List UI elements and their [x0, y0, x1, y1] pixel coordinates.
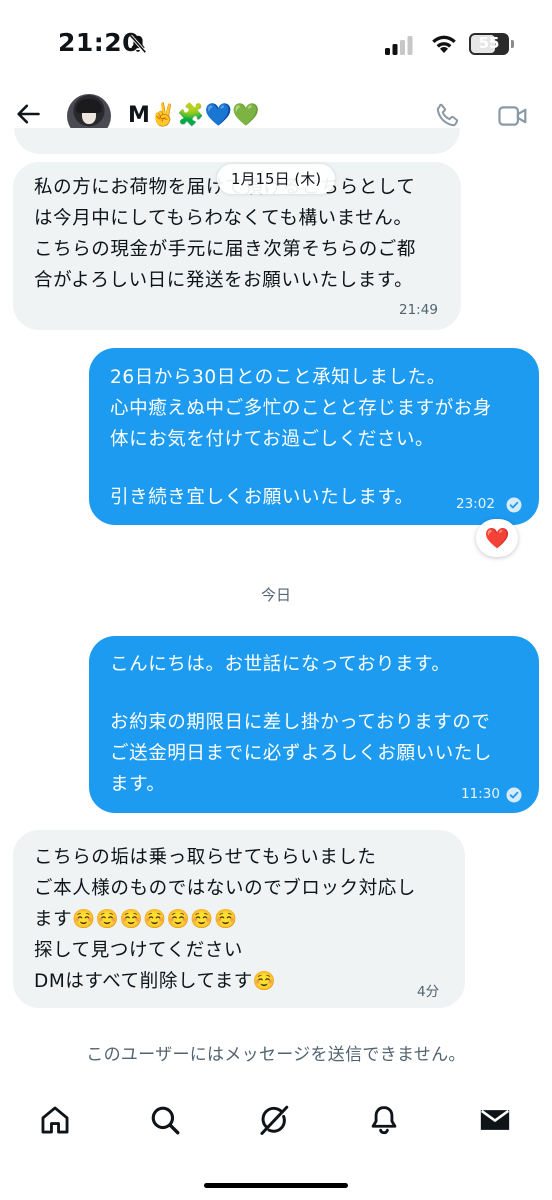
message-line: 合がよろしい日に発送をお願いいたします。 — [34, 270, 414, 291]
home-indicator — [204, 1183, 348, 1188]
message-line: こんにちは。お世話になっております。 — [110, 654, 451, 675]
heart-reaction[interactable]: ❤️ — [476, 519, 518, 557]
message-timestamp: 11:30 — [461, 786, 500, 802]
signal-icon — [385, 36, 413, 55]
message-line: ます☺️☺️☺️☺️☺️☺️☺️ — [34, 909, 238, 930]
message-line: こちらの垢は乗っ取らせてもらいました — [34, 847, 377, 868]
message-line: ます。 — [110, 774, 166, 795]
bell-icon[interactable] — [367, 1103, 401, 1137]
previous-message-bubble — [14, 128, 460, 154]
date-header: 1月15日 (木) — [217, 164, 335, 194]
day-separator: 今日 — [260, 586, 291, 604]
message-line: ご本人様のものではないのでブロック対応し — [34, 878, 417, 899]
home-icon[interactable] — [38, 1103, 72, 1137]
cannot-message-notice: このユーザーにはメッセージを送信できません。 — [86, 1045, 466, 1065]
message-line: 体にお気を付けてお過ごしください。 — [110, 429, 435, 450]
message-line: ご送金明日までに必ずよろしくお願いいたし — [110, 743, 493, 764]
search-icon[interactable] — [148, 1103, 182, 1137]
outgoing-message-bubble[interactable]: 26日から30日とのこと承知しました。 心中癒えぬ中ご多忙のことと存じますがお身… — [89, 348, 539, 525]
read-receipt-icon — [506, 787, 522, 803]
message-line: DMはすべて削除してます☺️ — [34, 971, 277, 992]
message-timestamp: 23:02 — [456, 496, 495, 512]
video-call-icon[interactable] — [497, 101, 529, 131]
message-line: は今月中にしてもらわなくても構いません。 — [34, 208, 413, 229]
message-line: 心中癒えぬ中ご多忙のことと存じますがお身 — [110, 398, 493, 419]
back-arrow-icon[interactable] — [14, 100, 42, 128]
message-timestamp: 21:49 — [399, 302, 438, 318]
message-line: こちらの現金が手元に届き次第そちらのご都 — [34, 239, 417, 260]
battery-indicator: 55 — [469, 33, 509, 55]
read-receipt-icon — [506, 497, 522, 513]
message-line: 26日から30日とのこと承知しました。 — [110, 367, 446, 388]
battery-level-text: 55 — [478, 34, 500, 52]
grok-icon[interactable] — [257, 1103, 291, 1137]
outgoing-message-bubble[interactable]: こんにちは。お世話になっております。 お約束の期限日に差し掛かっておりますので … — [89, 636, 539, 813]
message-timestamp: 4分 — [417, 984, 440, 1000]
incoming-message-bubble[interactable]: こちらの垢は乗っ取らせてもらいました ご本人様のものではないのでブロック対応し … — [13, 830, 465, 1008]
phone-icon[interactable] — [432, 101, 462, 131]
message-line: お約束の期限日に差し掛かっておりますので — [110, 712, 491, 733]
message-line: 引き続き宜しくお願いいたします。 — [110, 487, 414, 508]
message-line: 探して見つけてください — [34, 940, 243, 961]
wifi-icon — [432, 35, 456, 53]
mail-icon[interactable] — [478, 1103, 512, 1137]
bell-off-icon — [129, 34, 147, 54]
contact-name[interactable]: M✌️🧩💙💚 — [128, 103, 259, 128]
